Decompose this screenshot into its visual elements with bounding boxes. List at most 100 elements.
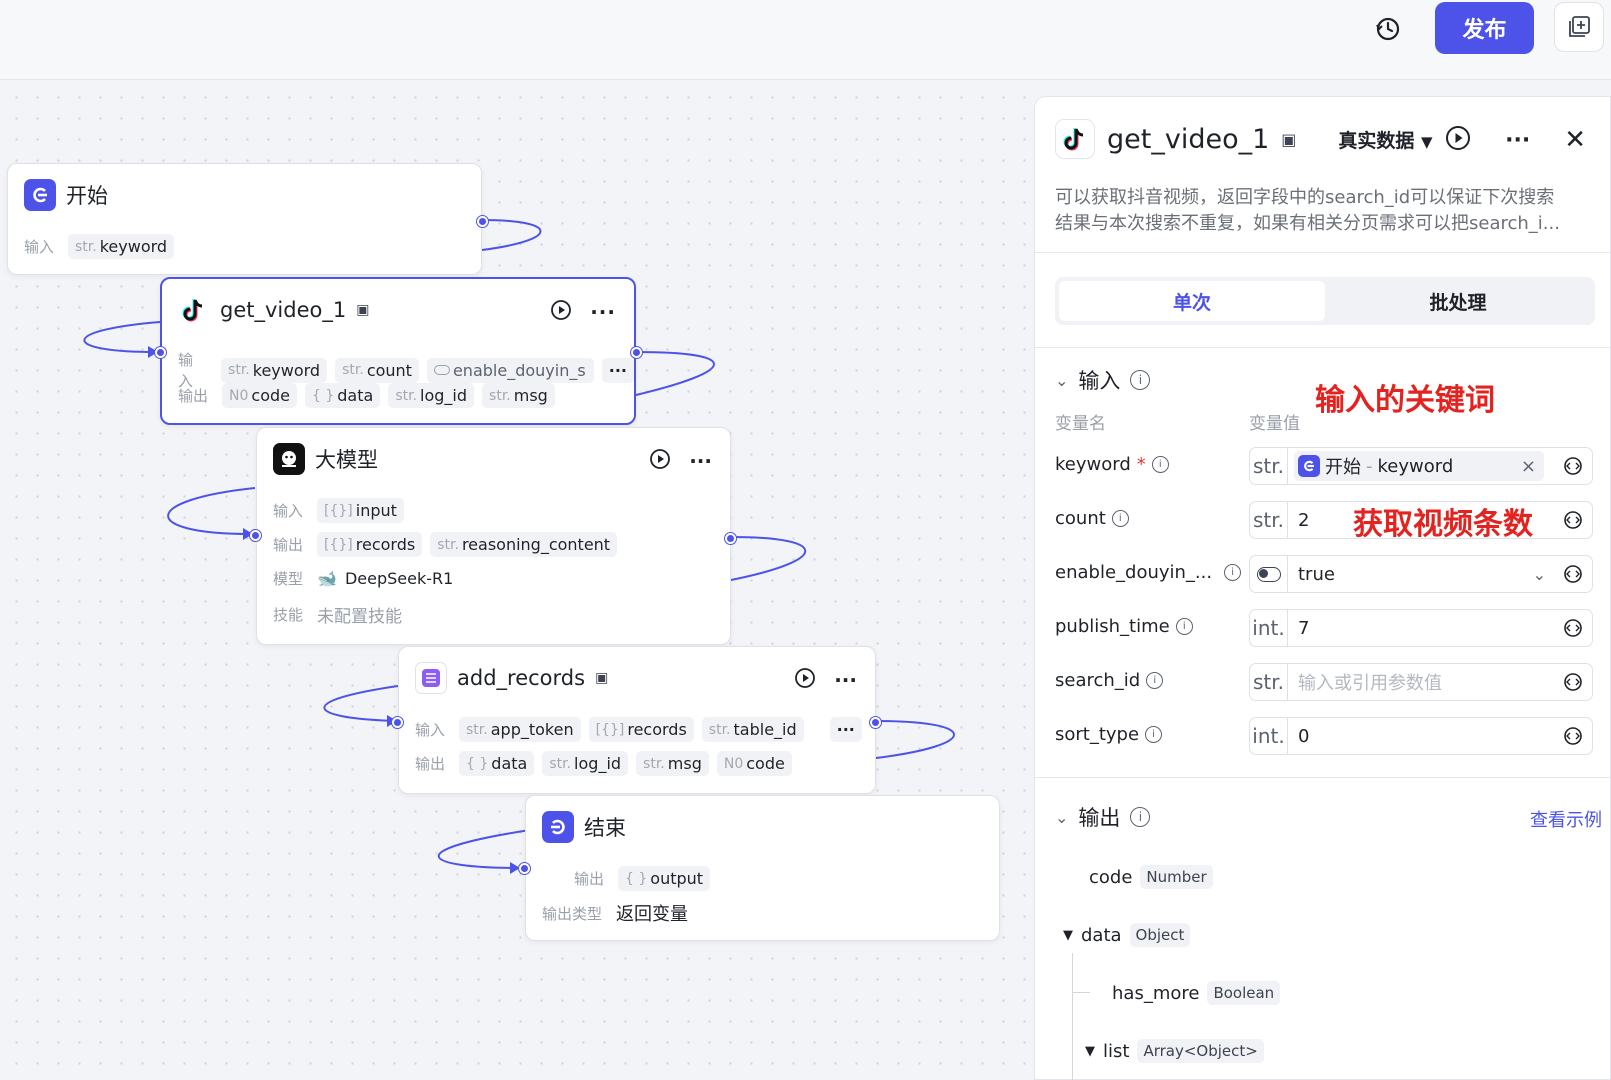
chevron-down-icon: ⌄ <box>1055 370 1069 390</box>
reference-variable-icon[interactable] <box>1562 617 1584 639</box>
param-field-publish-time[interactable]: int. 7 <box>1249 609 1593 647</box>
reference-variable-icon[interactable] <box>1562 671 1584 693</box>
clear-icon[interactable]: × <box>1521 456 1536 477</box>
param-field-sort-type[interactable]: int. 0 <box>1249 717 1593 755</box>
param-name-count: count i <box>1055 508 1129 529</box>
llm-skill-row: 技能 未配置技能 <box>273 602 402 627</box>
start-node[interactable]: 开始 输入 str. keyword <box>7 163 488 275</box>
add-records-node[interactable]: add_records ▣ ··· 输入 str. app_token [{}] r… <box>392 646 881 794</box>
input-section-header[interactable]: ⌄ 输入 i <box>1055 365 1151 395</box>
info-icon: i <box>1224 564 1242 581</box>
run-icon[interactable] <box>550 299 572 325</box>
output-section-header[interactable]: ⌄ 输出 i <box>1055 802 1151 832</box>
param-field-enable-douyin[interactable]: true ⌄ <box>1249 555 1593 593</box>
start-input-row: 输入 str. keyword <box>24 234 175 259</box>
get-video-output-port[interactable] <box>631 347 642 358</box>
reference-variable-icon[interactable] <box>1562 509 1584 531</box>
more-inputs-button[interactable]: ··· <box>829 717 862 742</box>
column-header-name: 变量名 <box>1055 414 1106 434</box>
info-icon: i <box>1151 456 1169 473</box>
data-mode-dropdown[interactable]: 真实数据 ▼ <box>1338 126 1432 153</box>
output-label: 输出 <box>178 387 209 405</box>
get-video-output-row: 输出 N0 code { } data str. log_id str. msg <box>178 383 555 408</box>
top-toolbar: 发布 <box>0 0 1611 80</box>
toggle-icon <box>433 365 450 375</box>
chevron-down-icon: ⌄ <box>1055 807 1069 827</box>
add-records-actions: ··· <box>794 667 857 693</box>
start-output-port[interactable] <box>477 216 488 227</box>
get-video-node[interactable]: get_video_1 ▣ ··· 输入 str. keyword str. cou… <box>155 277 642 425</box>
copy-icon[interactable] <box>1554 2 1604 52</box>
add-records-input-port[interactable] <box>392 717 403 728</box>
variable-reference-chip[interactable]: 开始 - keyword × <box>1294 451 1544 481</box>
start-node-header: 开始 <box>24 178 108 212</box>
output-tag-data: { } data <box>459 751 535 776</box>
node-config-panel: get_video_1 ▣ 真实数据 ▼ ··· ✕ 可以获取抖音视频，返回字段… <box>1034 96 1611 1080</box>
llm-node[interactable]: 大模型 ··· 输入 [{}] input 输出 [{}] records str.… <box>250 427 736 645</box>
reference-variable-icon[interactable] <box>1562 563 1584 585</box>
end-input-port[interactable] <box>519 863 530 874</box>
divider <box>1035 777 1611 778</box>
tree-branch <box>1072 992 1090 993</box>
input-tag-table-id: str. table_id <box>701 717 804 742</box>
get-video-input-port[interactable] <box>155 347 166 358</box>
llm-output-port[interactable] <box>725 533 736 544</box>
info-icon: i <box>1130 370 1151 390</box>
reference-variable-icon[interactable] <box>1562 725 1584 747</box>
run-icon[interactable] <box>794 667 816 693</box>
input-label: 输入 <box>273 502 304 520</box>
tab-batch[interactable]: 批处理 <box>1325 281 1591 321</box>
tab-single[interactable]: 单次 <box>1059 281 1325 321</box>
llm-model-row: 模型 🐋 DeepSeek-R1 <box>273 568 453 589</box>
annotation-count: 获取视频条数 <box>1353 507 1533 542</box>
view-example-link[interactable]: 查看示例 <box>1530 806 1602 832</box>
info-icon: i <box>1145 726 1163 743</box>
run-icon[interactable] <box>1445 125 1471 155</box>
add-records-output-port[interactable] <box>870 717 881 728</box>
output-field-list[interactable]: ▼ list Array<Object> <box>1085 1039 1264 1063</box>
llm-output-row: 输出 [{}] records str. reasoning_content <box>273 532 618 557</box>
param-placeholder-search-id: 输入或引用参数值 <box>1298 673 1442 694</box>
param-name-keyword: keyword * i <box>1055 454 1169 475</box>
plugin-store-icon: ▣ <box>1281 129 1297 149</box>
start-icon <box>24 179 56 211</box>
type-label: str. <box>1250 448 1288 484</box>
more-icon[interactable]: ··· <box>689 449 712 473</box>
more-icon[interactable]: ··· <box>1505 128 1530 153</box>
output-tag-output: { } output <box>618 866 711 891</box>
param-field-keyword[interactable]: str. 开始 - keyword × <box>1249 447 1593 485</box>
chevron-down-icon[interactable]: ⌄ <box>1533 565 1546 584</box>
output-label: 输出 <box>574 870 605 888</box>
llm-input-port[interactable] <box>250 530 261 541</box>
type-label: str. <box>1250 664 1288 700</box>
param-value-sort-type: 0 <box>1298 725 1310 747</box>
info-icon: i <box>1130 807 1151 827</box>
input-tag-keyword: str. keyword <box>221 357 328 383</box>
input-tag-enable-douyin: enable_douyin_s <box>426 357 594 383</box>
info-icon: i <box>1111 510 1129 527</box>
end-node[interactable]: 结束 输出 { } output 输出类型 返回变量 <box>519 795 1000 941</box>
llm-node-title: 大模型 <box>315 448 378 472</box>
run-icon[interactable] <box>649 448 671 474</box>
reference-variable-icon[interactable] <box>1562 455 1584 477</box>
output-label: 输出 <box>273 536 304 554</box>
get-video-node-title: get_video_1 <box>220 298 347 322</box>
llm-node-header: 大模型 <box>273 442 378 476</box>
skill-label: 技能 <box>273 606 304 624</box>
more-icon[interactable]: ··· <box>834 668 857 692</box>
more-inputs-button[interactable]: ··· <box>601 357 634 383</box>
output-field-code: code Number <box>1089 865 1213 889</box>
history-icon[interactable] <box>1372 13 1404 45</box>
start-node-title: 开始 <box>66 184 108 208</box>
publish-button[interactable]: 发布 <box>1435 2 1534 54</box>
skill-value: 未配置技能 <box>317 607 403 627</box>
add-records-node-title: add_records <box>457 666 586 690</box>
more-icon[interactable]: ··· <box>590 300 616 324</box>
llm-actions: ··· <box>649 448 712 474</box>
output-tag-log-id: str. log_id <box>388 383 475 408</box>
divider <box>1035 252 1611 253</box>
output-field-data[interactable]: ▼ data Object <box>1063 923 1191 947</box>
param-field-search-id[interactable]: str. 输入或引用参数值 <box>1249 663 1593 701</box>
start-input-tag: str. keyword <box>68 234 175 259</box>
close-icon[interactable]: ✕ <box>1564 125 1586 155</box>
